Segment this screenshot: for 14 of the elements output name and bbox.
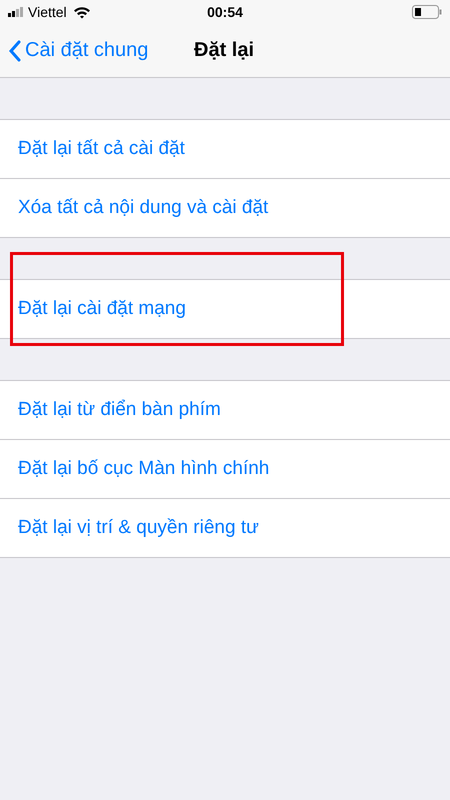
reset-option[interactable]: Xóa tất cả nội dung và cài đặt (18, 197, 268, 219)
battery-icon (412, 5, 442, 19)
reset-option[interactable]: Đặt lại từ điển bàn phím (18, 399, 221, 421)
clock-time: 00:54 (207, 4, 243, 20)
wifi-icon (72, 6, 91, 18)
reset-option[interactable]: Đặt lại cài đặt mạng (18, 298, 186, 320)
back-button[interactable]: Cài đặt chung (0, 39, 148, 62)
reset-option[interactable]: Đặt lại tất cả cài đặt (18, 138, 185, 160)
signal-icon (8, 7, 24, 17)
chevron-left-icon (8, 40, 21, 62)
reset-option[interactable]: Đặt lại bố cục Màn hình chính (18, 458, 270, 480)
reset-option[interactable]: Đặt lại vị trí & quyền riêng tư (18, 517, 259, 539)
page-title: Đặt lại (194, 39, 254, 62)
carrier-name: Viettel (28, 4, 67, 20)
